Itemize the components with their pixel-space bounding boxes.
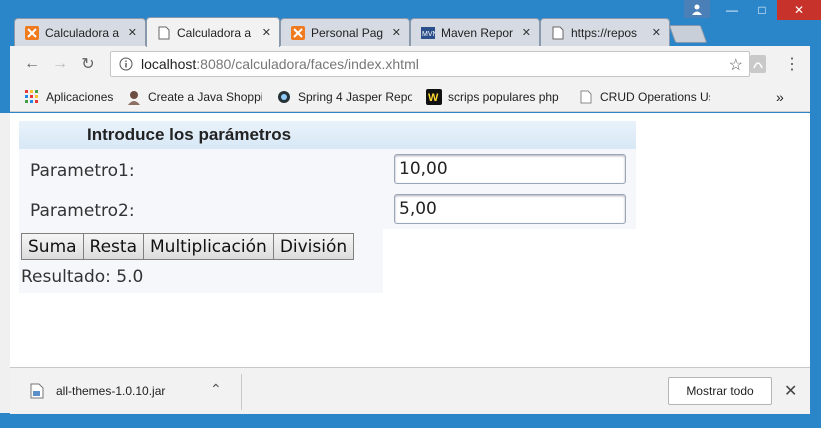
xampp-icon [25, 25, 39, 40]
page-content: Introduce los parámetros Parametro1: Par… [10, 113, 810, 367]
tab-close-icon[interactable]: ✕ [262, 26, 271, 39]
forward-button[interactable]: → [46, 50, 74, 78]
back-button[interactable]: ← [18, 50, 46, 78]
bookmarks-bar: Aplicaciones Create a Java Shoppir Sprin… [10, 82, 810, 112]
bookmark-label: CRUD Operations Usi [600, 90, 710, 104]
close-icon: ✕ [784, 383, 798, 400]
resta-button[interactable]: Resta [82, 233, 144, 260]
maven-icon: MVN [421, 26, 435, 40]
parameters-grid: Parametro1: Parametro2: [19, 149, 636, 229]
bookmark-star-icon[interactable]: ☆ [729, 55, 743, 75]
url-path: :8080/calculadora/faces/index.xhtml [196, 56, 419, 72]
parametro2-input[interactable] [394, 194, 626, 224]
tab-strip: Calculadora a ✕ Calculadora a ✕ Personal… [14, 14, 814, 47]
bookmark-aplicaciones[interactable]: Aplicaciones [24, 89, 113, 105]
page-icon [551, 26, 565, 40]
url-text: localhost:8080/calculadora/faces/index.x… [141, 56, 419, 72]
panel-title: Introduce los parámetros [19, 121, 636, 149]
bookmarks-overflow-button[interactable]: » [776, 89, 784, 105]
bookmark-label: scrips populares php [448, 90, 559, 104]
tab-maven-repo[interactable]: MVN Maven Repor ✕ [410, 18, 540, 46]
svg-text:MVN: MVN [422, 31, 435, 38]
xampp-icon [291, 25, 305, 40]
download-options-button[interactable]: ⌃ [210, 381, 222, 398]
bookmark-label: Spring 4 Jasper Repo [298, 90, 412, 104]
page-icon [578, 89, 594, 105]
browser-window: — □ ✕ Calculadora a ✕ Calculadora a ✕ Pe… [0, 0, 821, 428]
page-icon [157, 26, 171, 40]
tab-label: https://repos [571, 25, 638, 40]
chevron-double-right-icon: » [776, 89, 784, 105]
tab-calculadora-1[interactable]: Calculadora a ✕ [14, 18, 146, 46]
operation-buttons: Suma Resta Multiplicación División [21, 233, 355, 260]
bookmark-crud-operations[interactable]: CRUD Operations Usi [578, 89, 710, 105]
menu-kebab-icon[interactable]: ⋮ [784, 54, 800, 74]
multiplicacion-button[interactable]: Multiplicación [143, 233, 274, 260]
tab-personal-page[interactable]: Personal Pag ✕ [280, 18, 410, 46]
parametro1-label: Parametro1: [30, 161, 135, 181]
tab-label: Calculadora a [45, 25, 120, 40]
reload-icon: ↻ [81, 56, 95, 73]
tab-label: Calculadora a [177, 25, 252, 40]
tab-label: Maven Repor [441, 25, 514, 40]
parameters-panel: Introduce los parámetros Parametro1: Par… [19, 121, 636, 229]
tab-close-icon[interactable]: ✕ [652, 26, 661, 39]
download-file-name: all-themes-1.0.10.jar [56, 384, 166, 398]
window-left-edge [0, 113, 10, 413]
download-item[interactable]: all-themes-1.0.10.jar [30, 383, 165, 399]
jar-file-icon [30, 383, 44, 399]
forward-arrow-icon: → [52, 55, 68, 72]
chevron-up-icon: ⌃ [210, 381, 222, 397]
pdf-extension-icon[interactable] [750, 55, 766, 78]
new-tab-button[interactable] [668, 25, 708, 43]
spring-icon [276, 89, 292, 105]
bookmark-spring-jasper[interactable]: Spring 4 Jasper Repo [276, 89, 412, 105]
browser-toolbar: ← → ↻ localhost:8080/calculadora/faces/i… [10, 46, 810, 82]
show-all-downloads-button[interactable]: Mostrar todo [668, 377, 772, 405]
tab-https-repos[interactable]: https://repos ✕ [540, 18, 670, 46]
download-divider [241, 374, 242, 410]
w-logo-icon: W [426, 89, 442, 105]
division-button[interactable]: División [272, 233, 355, 260]
bookmark-label: Create a Java Shoppir [148, 90, 262, 104]
url-host: localhost [141, 56, 197, 72]
info-icon[interactable] [115, 57, 137, 71]
tab-close-icon[interactable]: ✕ [392, 26, 401, 39]
download-bar: all-themes-1.0.10.jar ⌃ Mostrar todo ✕ [10, 367, 810, 414]
tab-close-icon[interactable]: ✕ [522, 26, 531, 39]
address-bar[interactable]: localhost:8080/calculadora/faces/index.x… [110, 51, 750, 77]
bookmark-java-shopping[interactable]: Create a Java Shoppir [126, 89, 262, 105]
operations-panel: Suma Resta Multiplicación División Resul… [19, 229, 383, 293]
apps-grid-icon [24, 89, 40, 105]
bookmark-scrips-php[interactable]: W scrips populares php [426, 89, 559, 105]
tab-calculadora-2[interactable]: Calculadora a ✕ [146, 17, 280, 47]
bookmark-label: Aplicaciones [46, 90, 114, 104]
parametro1-input[interactable] [394, 154, 626, 184]
close-download-bar-button[interactable]: ✕ [784, 381, 797, 401]
svg-text:W: W [428, 92, 439, 104]
suma-button[interactable]: Suma [21, 233, 84, 260]
tab-close-icon[interactable]: ✕ [128, 26, 137, 39]
parametro2-label: Parametro2: [30, 201, 135, 221]
result-text: Resultado: 5.0 [21, 267, 144, 287]
avatar-icon [126, 89, 142, 105]
reload-button[interactable]: ↻ [74, 50, 102, 78]
back-arrow-icon: ← [24, 55, 40, 72]
tab-label: Personal Pag [311, 25, 384, 40]
